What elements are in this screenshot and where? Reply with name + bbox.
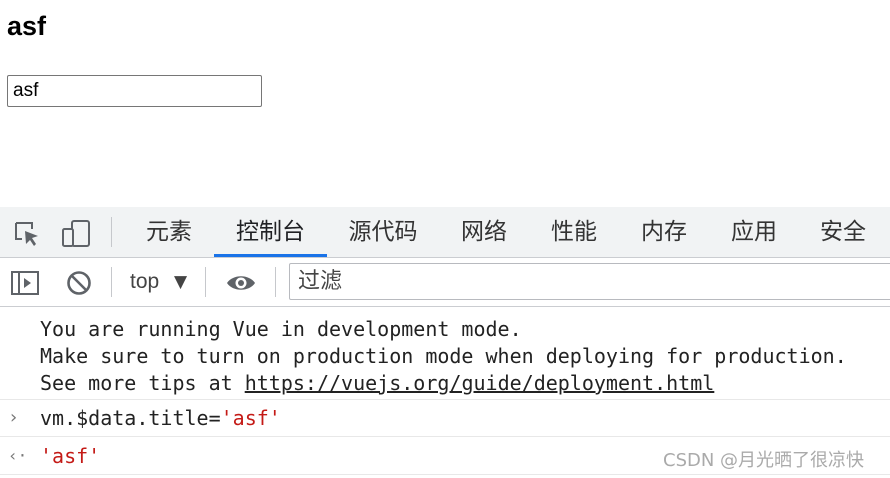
prompt-chevron-icon: › — [8, 407, 19, 428]
console-result-value: 'asf' — [40, 444, 101, 468]
vue-notice-line: See more tips at https://vuejs.org/guide… — [40, 370, 714, 397]
vue-notice-line: You are running Vue in development mode. — [40, 317, 522, 341]
tab-application[interactable]: 应用 — [721, 207, 787, 257]
tab-elements[interactable]: 元素 — [132, 207, 206, 257]
eye-icon[interactable] — [225, 268, 255, 298]
show-sidebar-icon[interactable] — [10, 268, 40, 298]
tab-performance[interactable]: 性能 — [541, 207, 607, 257]
context-selector[interactable]: top — [130, 267, 159, 297]
vue-docs-link[interactable]: https://vuejs.org/guide/deployment.html — [245, 371, 715, 395]
inspect-element-icon[interactable] — [12, 219, 42, 249]
tab-console[interactable]: 控制台 — [214, 207, 327, 257]
devtools-panel: 元素 控制台 源代码 网络 性能 内存 应用 安全 top ▼ 过滤 You a… — [0, 207, 890, 478]
web-page: asf — [0, 0, 890, 207]
toolbar-separator — [111, 217, 112, 247]
tab-memory[interactable]: 内存 — [631, 207, 697, 257]
console-toolbar: top ▼ — [0, 258, 890, 307]
tab-sources[interactable]: 源代码 — [340, 207, 426, 257]
console-input-code: vm.$data.title='asf' — [40, 405, 281, 432]
code-string: 'asf' — [220, 406, 281, 430]
toolbar-separator — [205, 267, 206, 297]
page-heading: asf — [7, 11, 47, 41]
tab-network[interactable]: 网络 — [452, 207, 516, 257]
tab-security[interactable]: 安全 — [810, 207, 876, 257]
console-message: You are running Vue in development mode.… — [0, 307, 890, 400]
console-input-row: › vm.$data.title='asf' — [0, 400, 890, 437]
chevron-down-icon[interactable]: ▼ — [174, 267, 187, 297]
watermark: CSDN @月光晒了很凉快 — [663, 450, 865, 471]
title-input[interactable] — [7, 75, 262, 107]
result-arrow-icon: ‹· — [8, 446, 28, 465]
toolbar-separator — [111, 267, 112, 297]
devtools-tabbar: 元素 控制台 源代码 网络 性能 内存 应用 安全 — [0, 207, 890, 258]
vue-notice-line: Make sure to turn on production mode whe… — [40, 344, 847, 368]
device-toolbar-icon[interactable] — [60, 219, 90, 249]
clear-console-icon[interactable] — [64, 268, 94, 298]
vue-notice-text: See more tips at — [40, 371, 245, 395]
code-expression: vm.$data.title= — [40, 406, 221, 430]
toolbar-separator — [275, 267, 276, 297]
filter-input[interactable] — [289, 263, 890, 300]
